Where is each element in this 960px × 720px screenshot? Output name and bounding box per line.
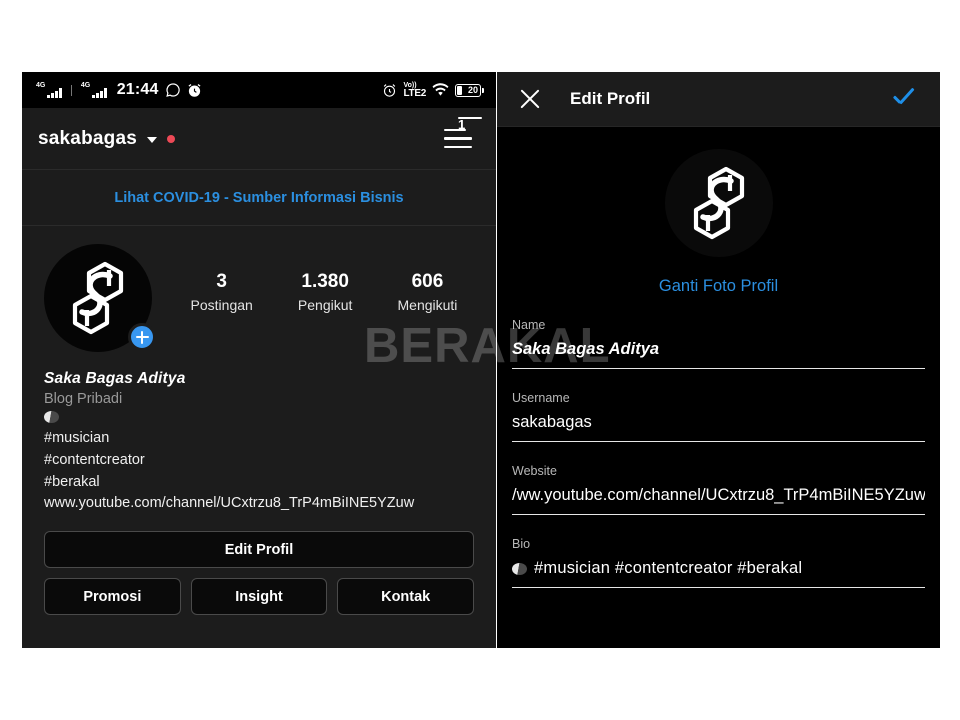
edit-profil-button[interactable]: Edit Profil — [44, 531, 474, 568]
bio-line: #berakal — [44, 473, 100, 490]
insight-button[interactable]: Insight — [190, 578, 328, 615]
signal-bars-icon-1 — [47, 87, 62, 98]
username-switcher[interactable]: sakabagas — [38, 128, 175, 150]
edit-avatar-section: Ganti Foto Profil — [497, 127, 940, 296]
signal-separator — [70, 84, 72, 96]
bio-input[interactable]: #musician #contentcreator #berakal — [512, 559, 925, 588]
instagram-profile-panel: 4G 4G 21:44 Vo)) LTE2 20 sakabagas 1 Lih… — [22, 72, 496, 648]
stat-posts[interactable]: 3 Postingan — [191, 270, 253, 313]
status-bar-right: Vo)) LTE2 20 — [382, 82, 484, 99]
field-label: Bio — [512, 537, 531, 551]
edit-profile-button-row: Edit Profil — [38, 531, 480, 568]
checkmark-confirm-icon[interactable] — [892, 88, 920, 110]
stat-following[interactable]: 606 Mengikuti — [398, 270, 458, 313]
bio-text: #musician #contentcreator #berakal — [534, 559, 803, 577]
field-label: Name — [512, 318, 546, 332]
username-input[interactable]: sakabagas — [512, 413, 925, 442]
network-type-label-2: 4G — [80, 82, 91, 89]
profile-content: 3 Postingan 1.380 Pengikut 606 Mengikuti… — [22, 226, 496, 648]
hamburger-menu-icon[interactable]: 1 — [444, 116, 482, 151]
status-bar-clock: 21:44 — [116, 81, 159, 98]
stat-value: 606 — [411, 271, 444, 292]
header-username: sakabagas — [38, 127, 137, 149]
chevron-down-icon[interactable] — [146, 137, 157, 143]
wifi-icon — [432, 83, 449, 97]
whatsapp-icon — [165, 82, 181, 98]
signal-indicator-sim1: 4G — [36, 82, 62, 98]
plus-add-story-icon[interactable] — [128, 323, 156, 351]
profile-header-bar: sakabagas 1 — [22, 108, 496, 170]
secondary-button-row: Promosi Insight Kontak — [38, 578, 480, 615]
field-username: Username sakabagas — [512, 391, 925, 442]
close-x-icon[interactable] — [517, 86, 543, 112]
field-name: Name Saka Bagas Aditya — [512, 318, 925, 369]
covid-info-banner[interactable]: Lihat COVID-19 - Sumber Informasi Bisnis — [22, 170, 496, 226]
edit-profile-title: Edit Profil — [570, 89, 651, 108]
signal-bars-icon-2 — [92, 87, 107, 98]
change-photo-link[interactable]: Ganti Foto Profil — [659, 277, 778, 296]
website-input[interactable]: /ww.youtube.com/channel/UCxtrzu8_TrP4mBi… — [512, 486, 925, 515]
stat-value: 1.380 — [301, 271, 349, 292]
status-bar: 4G 4G 21:44 Vo)) LTE2 20 — [22, 72, 496, 108]
network-type-label-1: 4G — [36, 82, 46, 89]
volte-indicator: Vo)) LTE2 — [403, 81, 426, 99]
bio-line: #contentcreator — [44, 451, 145, 468]
battery-indicator: 20 — [455, 83, 484, 97]
bio-line: #musician — [44, 430, 110, 446]
kontak-button[interactable]: Kontak — [337, 578, 475, 615]
avatar[interactable] — [44, 244, 156, 352]
field-bio: Bio #musician #contentcreator #berakal — [512, 537, 925, 588]
profile-category: Blog Pribadi — [44, 391, 123, 407]
edit-profile-form: Name Saka Bagas Aditya Username sakabaga… — [497, 296, 940, 588]
profile-display-name: Saka Bagas Aditya — [44, 370, 186, 387]
name-input[interactable]: Saka Bagas Aditya — [512, 340, 925, 369]
edit-profile-panel: Edit Profil Ganti Foto Profil Name Saka … — [497, 72, 940, 648]
stat-value: 3 — [216, 271, 227, 292]
alarm-clock-icon — [382, 83, 397, 98]
stat-label: Mengikuti — [397, 296, 458, 313]
waning-moon-emoji — [512, 562, 527, 575]
profile-bio: Saka Bagas Aditya Blog Pribadi #musician… — [38, 370, 480, 515]
promosi-button[interactable]: Promosi — [44, 578, 181, 615]
profile-summary-row: 3 Postingan 1.380 Pengikut 606 Mengikuti — [38, 244, 480, 352]
field-label: Username — [512, 391, 570, 405]
red-dot-indicator — [166, 134, 175, 143]
field-website: Website /ww.youtube.com/channel/UCxtrzu8… — [512, 464, 925, 515]
waning-moon-emoji — [44, 407, 480, 428]
edit-profile-header: Edit Profil — [497, 72, 940, 127]
profile-avatar-logo[interactable] — [664, 149, 773, 257]
profile-stats: 3 Postingan 1.380 Pengikut 606 Mengikuti — [152, 244, 480, 313]
menu-notification-badge: 1 — [458, 116, 482, 132]
stat-label: Postingan — [190, 296, 253, 313]
battery-percent-label: 20 — [467, 85, 478, 95]
status-bar-left: 4G 4G 21:44 — [36, 81, 202, 99]
stat-followers[interactable]: 1.380 Pengikut — [298, 270, 352, 313]
signal-indicator-sim2: 4G — [81, 82, 107, 98]
alarm-clock-icon — [187, 83, 202, 98]
covid-banner-label: Lihat COVID-19 - Sumber Informasi Bisnis — [114, 189, 404, 206]
profile-website-link[interactable]: www.youtube.com/channel/UCxtrzu8_TrP4mBi… — [44, 493, 480, 515]
field-label: Website — [512, 464, 557, 478]
stat-label: Pengikut — [297, 296, 353, 313]
